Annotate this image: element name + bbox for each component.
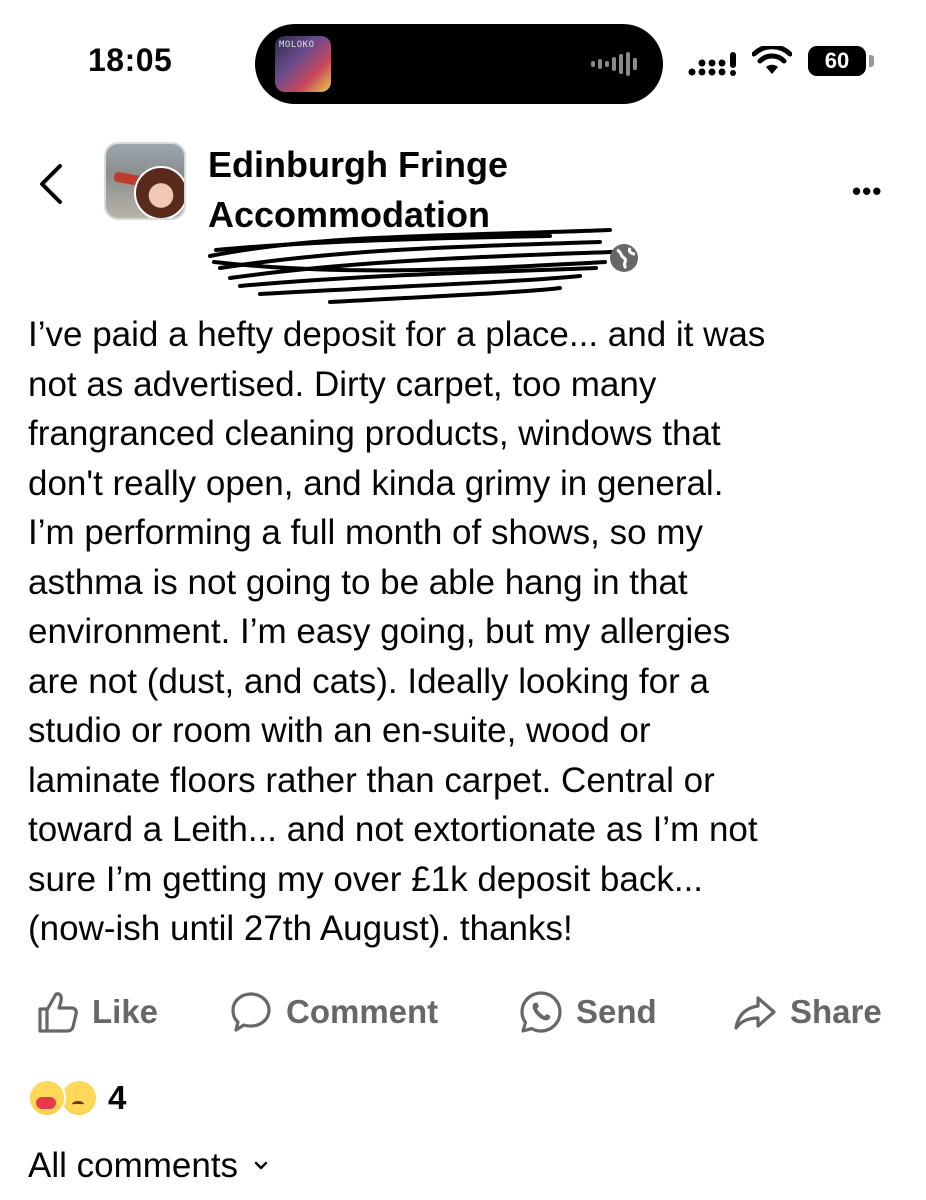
- cellular-signal-icon: [688, 52, 736, 76]
- reaction-summary[interactable]: 4: [28, 1076, 126, 1120]
- audio-waveform-icon: [591, 52, 637, 76]
- status-time: 18:05: [88, 42, 173, 78]
- share-label: Share: [790, 993, 882, 1030]
- send-button[interactable]: Send: [518, 984, 657, 1040]
- wifi-icon: [752, 46, 792, 74]
- share-arrow-icon: [734, 996, 776, 1030]
- whatsapp-icon: [520, 991, 562, 1033]
- thumbnail-label: MOLOKO: [279, 40, 315, 50]
- like-button[interactable]: Like: [34, 984, 158, 1040]
- chevron-down-icon: [254, 1161, 268, 1170]
- comment-label: Comment: [286, 993, 439, 1030]
- redaction-scribble: [208, 228, 614, 304]
- dynamic-island[interactable]: MOLOKO: [255, 24, 663, 104]
- now-playing-thumbnail: MOLOKO: [275, 36, 331, 92]
- more-options-icon[interactable]: •••: [852, 176, 882, 207]
- comment-button[interactable]: Comment: [228, 984, 438, 1040]
- battery-indicator: 60: [808, 46, 866, 76]
- comments-filter-label: All comments: [28, 1146, 239, 1185]
- post-body: I’ve paid a hefty deposit for a place...…: [28, 315, 766, 948]
- like-label: Like: [92, 993, 159, 1030]
- group-avatar[interactable]: [104, 142, 186, 220]
- battery-cap: [869, 55, 874, 67]
- comments-filter[interactable]: All comments: [28, 1146, 268, 1186]
- thumbs-up-icon: [38, 992, 78, 1033]
- chevron-left-icon[interactable]: [36, 162, 66, 206]
- care-reaction-icon: [28, 1079, 66, 1117]
- reaction-count: 4: [108, 1079, 127, 1116]
- post-action-bar: Like Comment Send Share: [0, 984, 926, 1040]
- send-label: Send: [576, 993, 657, 1030]
- globe-icon: [610, 244, 638, 272]
- share-button[interactable]: Share: [732, 984, 882, 1040]
- author-avatar: [134, 166, 184, 218]
- comment-bubble-icon: [231, 992, 271, 1032]
